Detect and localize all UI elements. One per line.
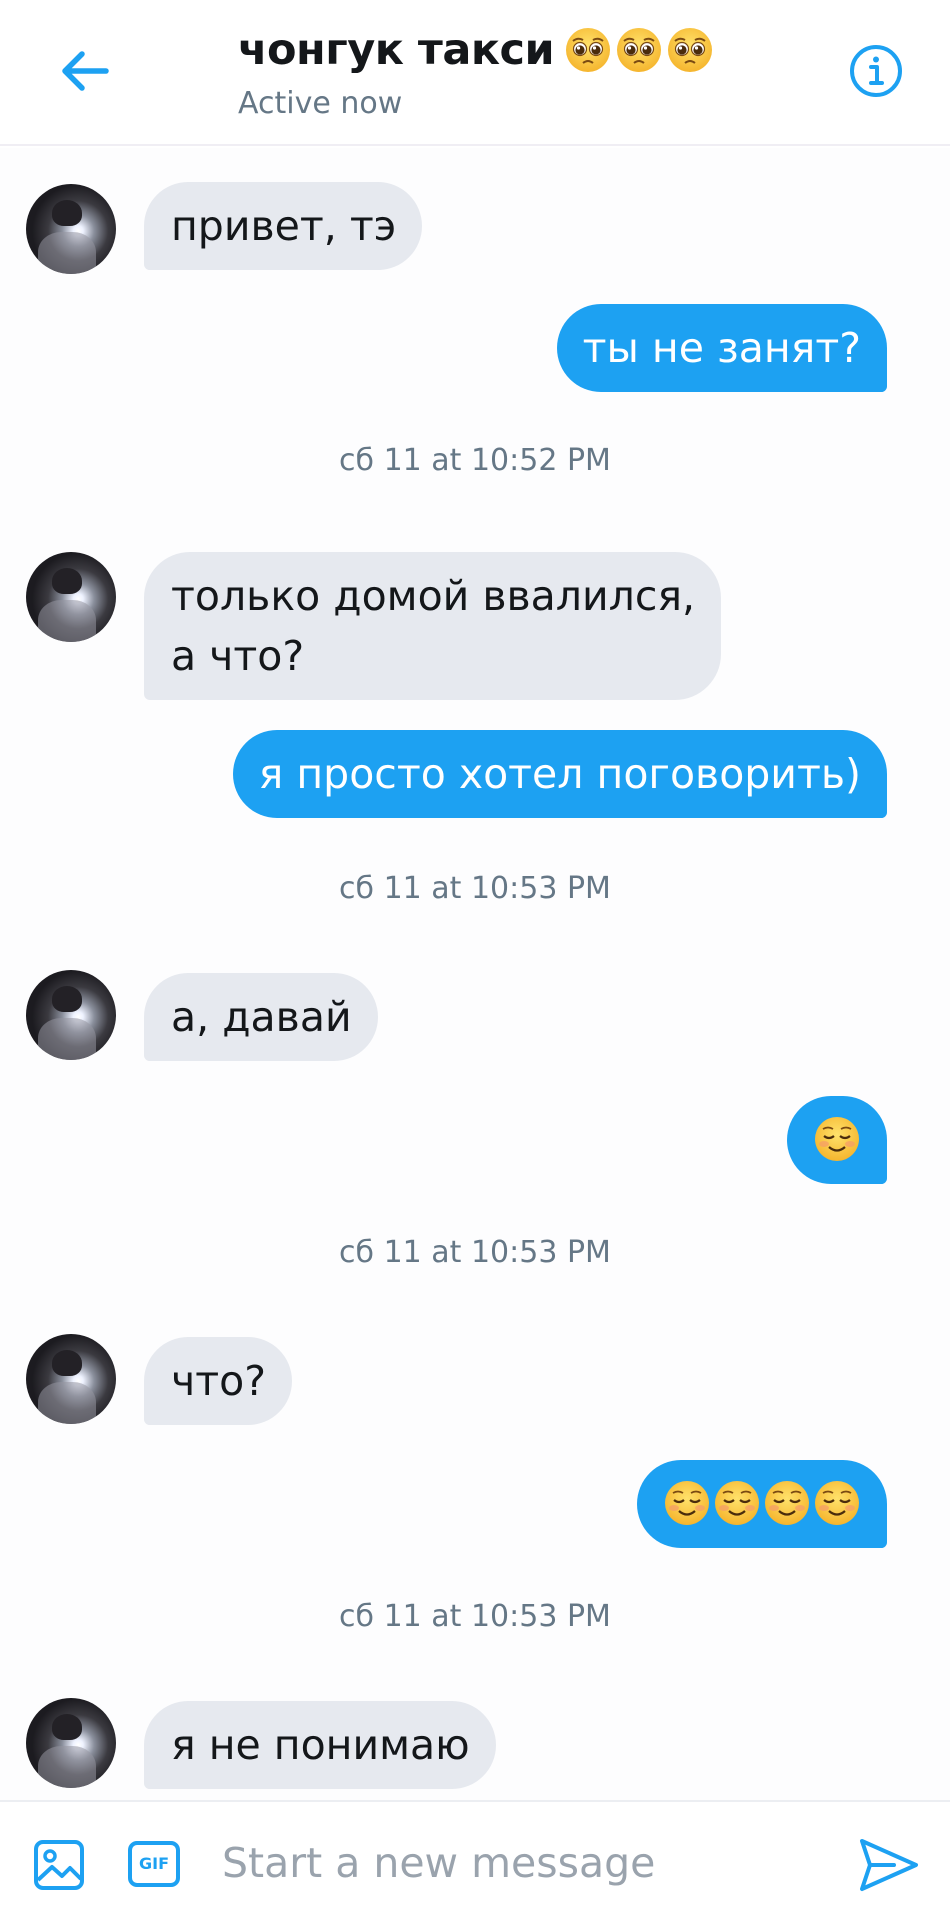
avatar[interactable] (26, 1334, 116, 1424)
presence-status: Active now (238, 86, 403, 121)
avatar[interactable] (26, 552, 116, 642)
image-icon[interactable] (32, 1838, 86, 1892)
back-arrow-icon[interactable] (50, 36, 120, 106)
outgoing-message-bubble[interactable]: я просто хотел поговорить) (232, 730, 887, 818)
pleading-face-emoji-icon (615, 26, 663, 74)
outgoing-message-bubble[interactable]: ты не занят? (556, 304, 887, 392)
pleading-face-emoji-icon (666, 26, 714, 74)
outgoing-emoji-bubble[interactable] (787, 1096, 887, 1184)
smiling-face-emoji-icon (663, 1479, 711, 1527)
conversation-header: чонгук такси Active now (0, 0, 950, 146)
incoming-message-bubble[interactable]: что? (144, 1337, 292, 1425)
message-input[interactable] (222, 1828, 822, 1898)
gif-button[interactable]: GIF (128, 1841, 180, 1887)
incoming-message-bubble[interactable]: привет, тэ (144, 182, 423, 270)
message-thread[interactable]: привет, тэ ты не занят? сб 11 at 10:52 P… (0, 148, 950, 1800)
message-composer: GIF (0, 1800, 950, 1920)
outgoing-emoji-bubble[interactable] (637, 1460, 887, 1548)
incoming-message-bubble[interactable]: а, давай (144, 973, 378, 1061)
avatar[interactable] (26, 184, 116, 274)
incoming-message-bubble[interactable]: только домой ввалился, а что? (144, 552, 722, 700)
smiling-face-emoji-icon (813, 1115, 861, 1163)
message-timestamp: сб 11 at 10:53 PM (339, 1235, 611, 1270)
message-timestamp: сб 11 at 10:53 PM (339, 1599, 611, 1634)
smiling-face-emoji-icon (813, 1479, 861, 1527)
avatar[interactable] (26, 1698, 116, 1788)
message-timestamp: сб 11 at 10:52 PM (339, 443, 611, 478)
smiling-face-emoji-icon (763, 1479, 811, 1527)
conversation-title-block[interactable]: чонгук такси Active now (238, 18, 758, 121)
send-icon[interactable] (858, 1836, 920, 1894)
title-row: чонгук такси (238, 18, 758, 82)
message-timestamp: сб 11 at 10:53 PM (339, 871, 611, 906)
smiling-face-emoji-icon (713, 1479, 761, 1527)
avatar[interactable] (26, 970, 116, 1060)
conversation-title: чонгук такси (238, 25, 555, 75)
incoming-message-bubble[interactable]: я не понимаю (144, 1701, 496, 1789)
info-icon[interactable] (845, 40, 907, 102)
pleading-face-emoji-icon (564, 26, 612, 74)
